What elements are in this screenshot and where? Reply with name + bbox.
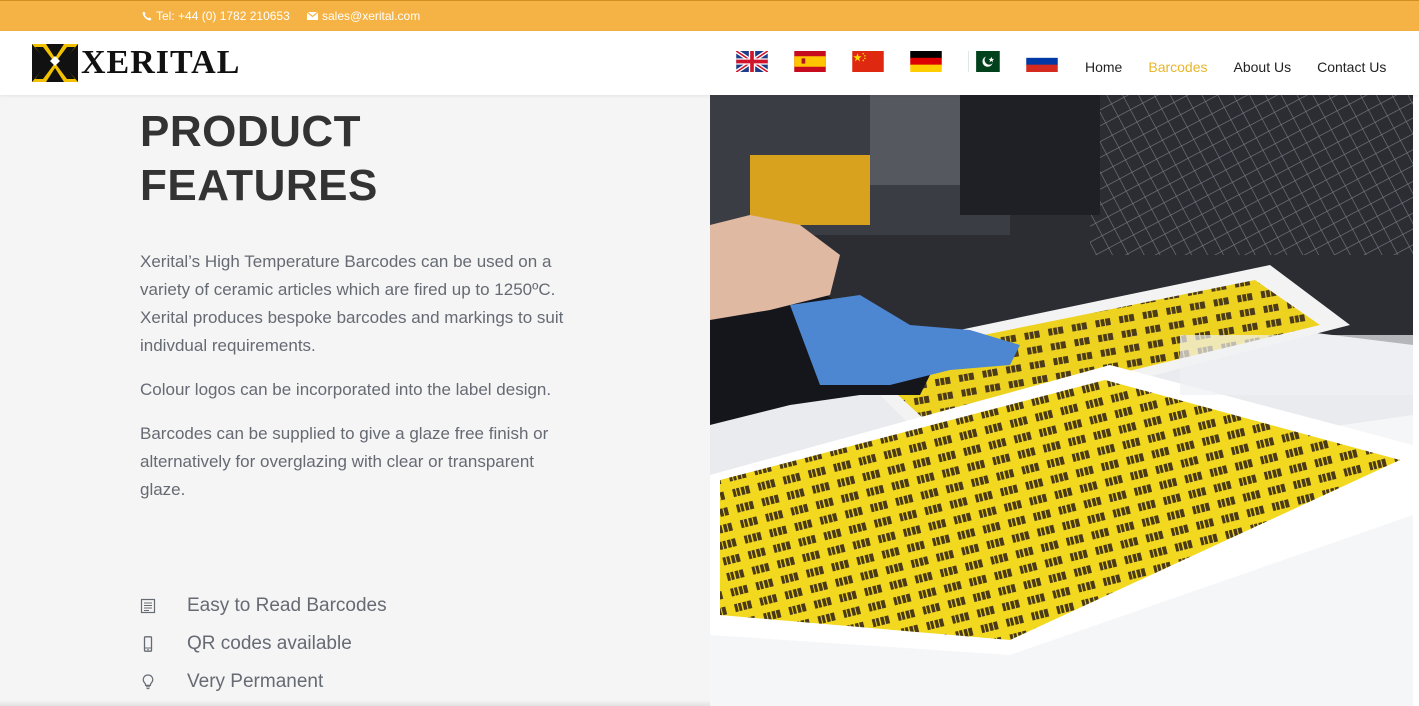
nav-home[interactable]: Home	[1085, 59, 1122, 75]
feature-item: Very Permanent	[140, 663, 387, 701]
site-header: XERITAL Home Barcodes About Us Contact U…	[0, 31, 1419, 95]
feature-text: QR codes available	[187, 633, 352, 654]
russia-flag-icon[interactable]	[1026, 51, 1058, 72]
main-nav: Home Barcodes About Us Contact Us	[1085, 59, 1386, 75]
phone-contact[interactable]: Tel: +44 (0) 1782 210653	[142, 9, 290, 23]
description-paragraph: Xerital’s High Temperature Barcodes can …	[140, 252, 564, 355]
logo-mark-icon	[32, 44, 78, 82]
envelope-icon	[307, 12, 318, 20]
barcode-production-photo	[710, 95, 1413, 706]
title-line-1: PRODUCT	[140, 107, 362, 156]
china-flag-icon[interactable]	[852, 51, 884, 72]
uk-flag-icon[interactable]	[736, 51, 768, 72]
description: Xerital’s High Temperature Barcodes can …	[140, 248, 572, 520]
germany-flag-icon[interactable]	[910, 51, 942, 72]
spain-flag-icon[interactable]	[794, 51, 826, 72]
photo-illustration	[710, 95, 1413, 706]
features-section: PRODUCT FEATURES Xerital’s High Temperat…	[0, 95, 710, 706]
description-paragraph: Colour logos can be incorporated into th…	[140, 380, 552, 399]
nav-barcodes[interactable]: Barcodes	[1148, 59, 1207, 75]
email-link: sales@xerital.com	[322, 9, 421, 23]
section-divider	[0, 700, 710, 706]
title-line-2: FEATURES	[140, 161, 378, 210]
language-selector	[736, 51, 1058, 72]
pakistan-flag-icon[interactable]	[968, 51, 1000, 72]
feature-list: Easy to Read Barcodes QR codes available	[140, 587, 387, 701]
nav-contact-us[interactable]: Contact Us	[1317, 59, 1386, 75]
phone-icon	[142, 11, 152, 21]
top-info-bar: Tel: +44 (0) 1782 210653 sales@xerital.c…	[0, 0, 1419, 31]
feature-text: Very Permanent	[187, 671, 324, 692]
feature-item: QR codes available	[140, 625, 387, 663]
document-icon	[140, 598, 156, 614]
phone-text: Tel: +44 (0) 1782 210653	[156, 9, 290, 23]
email-contact[interactable]: sales@xerital.com	[307, 9, 420, 23]
site-logo[interactable]: XERITAL	[32, 44, 240, 82]
mobile-phone-icon	[143, 636, 153, 652]
feature-text: Easy to Read Barcodes	[187, 595, 387, 616]
logo-text: XERITAL	[81, 44, 241, 81]
lightbulb-icon	[142, 674, 154, 690]
page-title: PRODUCT FEATURES	[140, 105, 560, 213]
feature-item: Easy to Read Barcodes	[140, 587, 387, 625]
description-paragraph: Barcodes can be supplied to give a glaze…	[140, 424, 549, 499]
nav-about-us[interactable]: About Us	[1234, 59, 1292, 75]
